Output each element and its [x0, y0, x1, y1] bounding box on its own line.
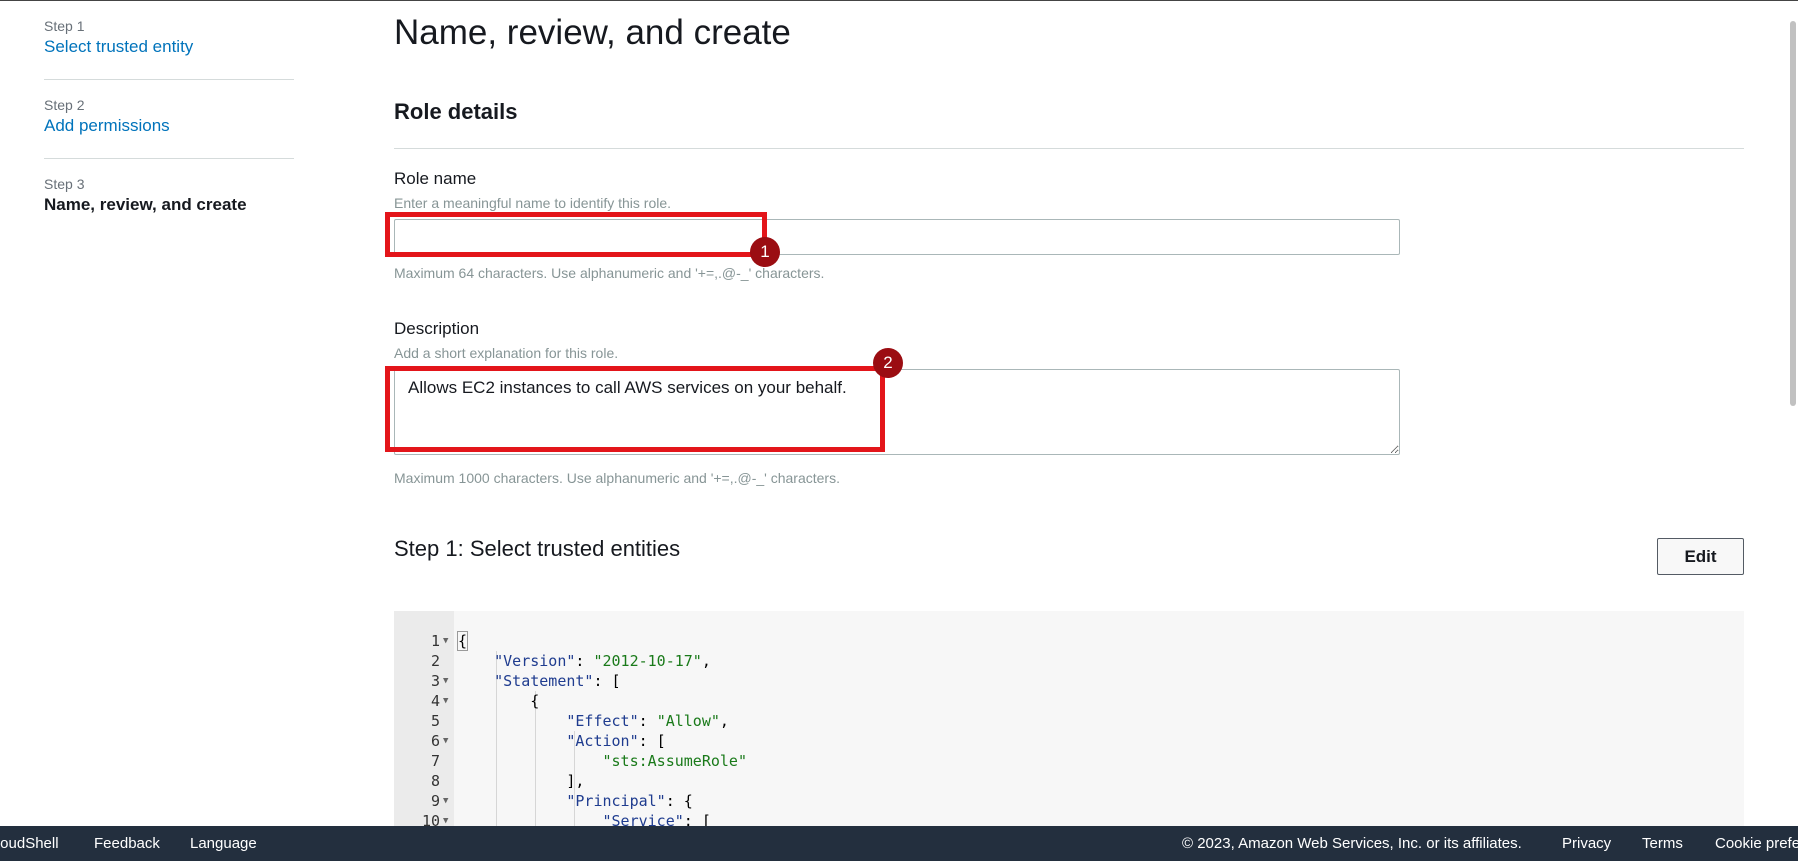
- step-badge-2: 2: [873, 348, 903, 378]
- role-name-hint: Enter a meaningful name to identify this…: [394, 195, 672, 211]
- step-link-add-permissions[interactable]: Add permissions: [44, 114, 294, 138]
- step-number: Step 3: [44, 176, 85, 192]
- step-number: Step 1: [44, 18, 85, 34]
- role-details-heading: Role details: [394, 99, 518, 124]
- scrollbar-thumb[interactable]: [1790, 21, 1796, 406]
- code-line: 5 "Effect": "Allow",: [430, 712, 729, 730]
- footer-cloudshell-link[interactable]: CloudShell: [0, 835, 59, 852]
- footer-cookie-preferences-link[interactable]: Cookie preferences: [1715, 835, 1798, 852]
- code-line: 2 "Version": "2012-10-17",: [430, 652, 711, 670]
- footer-language-link[interactable]: Language: [190, 835, 257, 852]
- code-line: 9 ▼ "Principal": {: [430, 792, 693, 810]
- trusted-entities-heading: Step 1: Select trusted entities: [394, 536, 681, 561]
- code-line: 3 ▼ "Statement": [: [430, 672, 621, 690]
- code-line: 7 "sts:AssumeRole": [430, 752, 747, 770]
- description-constraint: Maximum 1000 characters. Use alphanumeri…: [394, 470, 840, 486]
- role-name-input[interactable]: [394, 219, 1400, 255]
- divider: [394, 148, 1744, 149]
- code-line: 6 ▼ "Action": [: [430, 732, 666, 750]
- step-link-select-trusted-entity[interactable]: Select trusted entity: [44, 35, 294, 59]
- trust-policy-editor[interactable]: 1 ▼{ 2 "Version": "2012-10-17", 3 ▼ "State…: [394, 611, 1744, 826]
- wizard-step-3: Step 3 Name, review, and create: [44, 159, 294, 237]
- code-line: 1 ▼{: [430, 631, 469, 651]
- footer-feedback-link[interactable]: Feedback: [94, 835, 160, 852]
- role-name-label: Role name: [394, 169, 477, 188]
- description-label: Description: [394, 319, 480, 338]
- console-footer: CloudShell Feedback Language © 2023, Ama…: [0, 826, 1798, 861]
- description-hint: Add a short explanation for this role.: [394, 345, 619, 361]
- step-badge-1: 1: [750, 237, 780, 267]
- edit-button[interactable]: Edit: [1657, 538, 1744, 575]
- footer-privacy-link[interactable]: Privacy: [1562, 835, 1611, 852]
- code-line: 8 ],: [430, 772, 585, 790]
- description-textarea[interactable]: Allows EC2 instances to call AWS service…: [394, 369, 1400, 455]
- code-line: 10 ▼ "Service": [: [421, 812, 711, 826]
- step-current-label: Name, review, and create: [44, 195, 247, 214]
- wizard-step-1: Step 1 Select trusted entity: [44, 1, 294, 80]
- footer-copyright: © 2023, Amazon Web Services, Inc. or its…: [1182, 835, 1522, 852]
- step-number: Step 2: [44, 97, 85, 113]
- page-title: Name, review, and create: [394, 13, 791, 52]
- code-line: 4 ▼ {: [430, 692, 540, 710]
- role-name-constraint: Maximum 64 characters. Use alphanumeric …: [394, 265, 825, 281]
- wizard-steps-nav: Step 1 Select trusted entity Step 2 Add …: [44, 1, 294, 237]
- wizard-step-2: Step 2 Add permissions: [44, 80, 294, 159]
- code-line: 11 "ec2.amazonaws.com": [394, 811, 1744, 826]
- page-scrollbar[interactable]: [1788, 1, 1798, 826]
- footer-terms-link[interactable]: Terms: [1642, 835, 1683, 852]
